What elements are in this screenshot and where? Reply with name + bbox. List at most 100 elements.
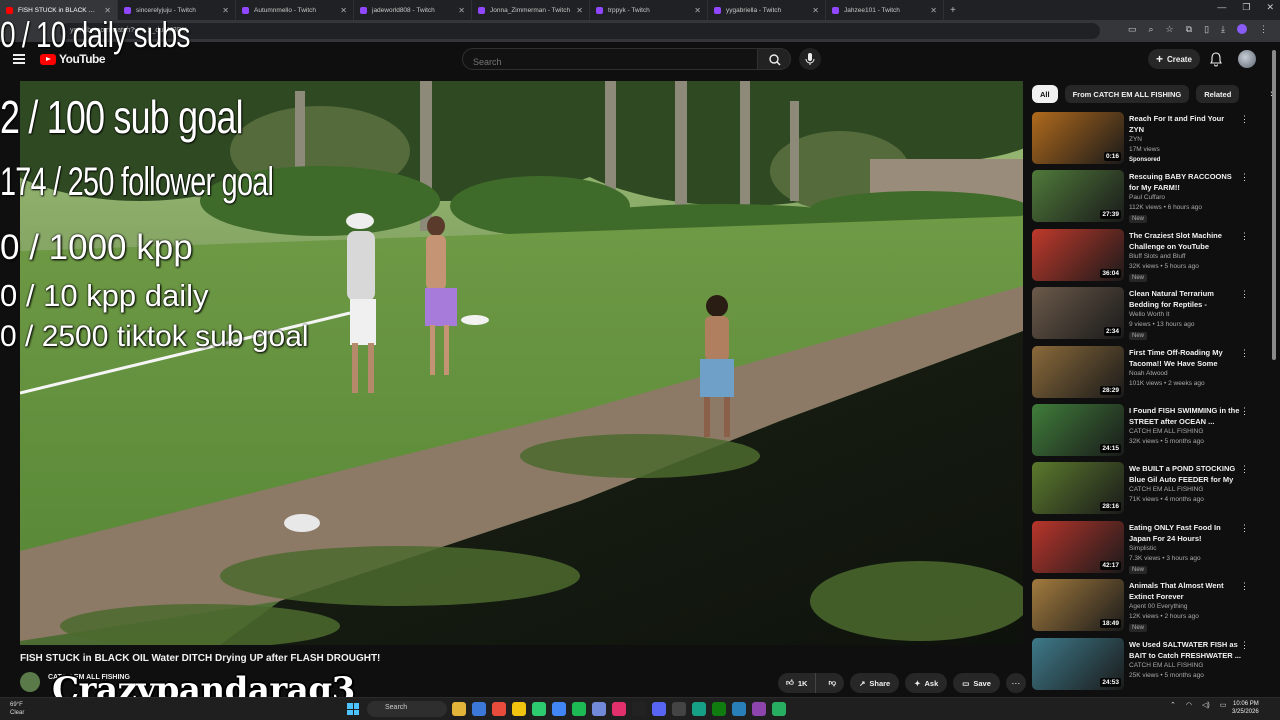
edge-icon[interactable] <box>472 702 486 716</box>
browser-tab[interactable]: Jonna_Zimmerman - Twitch ✕ <box>472 0 590 20</box>
video-thumbnail[interactable]: 0:16 <box>1032 112 1124 164</box>
recommendation-title[interactable]: Rescuing BABY RACCOONS for My FARM!! <box>1129 171 1241 193</box>
weather-widget[interactable]: 69°F Clear <box>10 701 24 717</box>
app-icon[interactable] <box>732 702 746 716</box>
recommendation-channel[interactable]: Agent 00 Everything <box>1129 603 1188 610</box>
video-thumbnail[interactable]: 42:17 <box>1032 520 1124 573</box>
file-explorer-icon[interactable] <box>452 702 466 716</box>
recommendation-item[interactable]: 27:39 Rescuing BABY RACCOONS for My FARM!… <box>1032 170 1256 228</box>
tab-close-icon[interactable]: ✕ <box>458 6 465 15</box>
xbox-icon[interactable] <box>712 702 726 716</box>
recommendation-channel[interactable]: Noah Atwood <box>1129 370 1168 377</box>
notifications-bell-icon[interactable] <box>1208 51 1224 67</box>
app-icon[interactable] <box>532 702 546 716</box>
recommendation-title[interactable]: We Used SALTWATER FISH as BAIT to Catch … <box>1129 639 1241 661</box>
create-button[interactable]: + Create <box>1148 49 1200 69</box>
recommendation-channel[interactable]: Bluff Slots and Bluff <box>1129 253 1186 260</box>
more-options-icon[interactable]: ⋮ <box>1240 523 1249 534</box>
video-thumbnail[interactable]: 28:29 <box>1032 345 1124 398</box>
app-icon[interactable] <box>592 702 606 716</box>
volume-icon[interactable]: ◁) <box>1202 701 1210 709</box>
browser-tab[interactable]: Jahzee101 - Twitch ✕ <box>826 0 944 20</box>
share-button[interactable]: ↗ Share <box>850 673 900 693</box>
maximize-icon[interactable]: ❐ <box>1242 2 1250 13</box>
more-options-icon[interactable]: ⋮ <box>1240 464 1249 475</box>
search-input[interactable] <box>462 48 758 70</box>
recommendation-item[interactable]: 42:17 Eating ONLY Fast Food In Japan For … <box>1032 520 1256 579</box>
discord-icon[interactable] <box>652 702 666 716</box>
bookmark-star-icon[interactable]: ☆ <box>1166 24 1174 35</box>
recommendation-item[interactable]: 36:04 The Craziest Slot Machine Challenge… <box>1032 228 1256 287</box>
video-thumbnail[interactable]: 27:39 <box>1032 170 1124 223</box>
recommendation-item[interactable]: 2:34 Clean Natural Terrarium Bedding for … <box>1032 287 1256 345</box>
browser-tab[interactable]: Autumnmello - Twitch ✕ <box>236 0 354 20</box>
app-icon[interactable] <box>612 702 626 716</box>
save-button[interactable]: ▭ Save <box>953 673 1000 693</box>
chip-related[interactable]: Related <box>1196 85 1240 103</box>
new-tab-button[interactable]: + <box>950 5 956 16</box>
more-options-icon[interactable]: ⋮ <box>1240 581 1249 592</box>
browser-tab[interactable]: jadeworld808 - Twitch ✕ <box>354 0 472 20</box>
tab-close-icon[interactable]: ✕ <box>930 6 937 15</box>
more-options-icon[interactable]: ⋮ <box>1240 231 1249 242</box>
recommendation-title[interactable]: Eating ONLY Fast Food In Japan For 24 Ho… <box>1129 522 1241 544</box>
recommendation-title[interactable]: Animals That Almost Went Extinct Forever <box>1129 580 1241 602</box>
app-icon[interactable] <box>752 702 766 716</box>
recommendation-channel[interactable]: Wello Worth It <box>1129 311 1170 318</box>
channel-avatar[interactable] <box>20 672 40 692</box>
recommendation-item[interactable]: 28:29 First Time Off-Roading My Tacoma!! … <box>1032 345 1256 404</box>
taskbar-clock[interactable]: 10:06 PM 3/25/2026 <box>1232 700 1259 716</box>
chip-all[interactable]: All <box>1032 85 1058 103</box>
app-icon[interactable] <box>692 702 706 716</box>
windows-start-icon[interactable] <box>347 703 359 715</box>
profile-avatar[interactable] <box>1237 24 1247 34</box>
like-button[interactable]: 👍︎ 1K <box>778 673 817 693</box>
chevron-up-icon[interactable]: ⌃ <box>1170 701 1176 709</box>
folder-icon[interactable] <box>512 702 526 716</box>
recommendation-item[interactable]: 18:49 Animals That Almost Went Extinct Fo… <box>1032 579 1256 637</box>
chip-from-channel[interactable]: From CATCH EM ALL FISHING <box>1064 85 1190 103</box>
wifi-icon[interactable]: ◠ <box>1186 701 1192 709</box>
recommendation-title[interactable]: We BUILT a POND STOCKING Blue Gil Auto F… <box>1129 463 1241 485</box>
recommendation-channel[interactable]: CATCH EM ALL FISHING <box>1129 428 1203 435</box>
tab-close-icon[interactable]: ✕ <box>222 6 229 15</box>
tab-close-icon[interactable]: ✕ <box>576 6 583 15</box>
recommendation-title[interactable]: Reach For It and Find Your ZYN <box>1129 113 1241 135</box>
browser-tab[interactable]: trppyk - Twitch ✕ <box>590 0 708 20</box>
more-actions-button[interactable]: ⋯ <box>1005 673 1026 693</box>
taskbar-search[interactable]: Search <box>367 701 447 717</box>
recommendation-title[interactable]: I Found FISH SWIMMING in the STREET afte… <box>1129 405 1241 427</box>
recommendation-title[interactable]: First Time Off-Roading My Tacoma!! We Ha… <box>1129 347 1241 369</box>
cast-icon[interactable]: ▭ <box>1128 24 1137 35</box>
address-bar[interactable]: youtube.com/watch?v=...2_du4M3DY <box>60 23 1100 39</box>
close-window-icon[interactable]: ✕ <box>1266 2 1274 13</box>
recommendation-title[interactable]: Clean Natural Terrarium Bedding for Rept… <box>1129 288 1241 310</box>
tab-close-icon[interactable]: ✕ <box>694 6 701 15</box>
sidebar-icon[interactable]: ▯ <box>1204 24 1209 35</box>
recommendation-channel[interactable]: Simplistic <box>1129 545 1156 552</box>
recommendation-channel[interactable]: CATCH EM ALL FISHING <box>1129 486 1203 493</box>
recommendation-channel[interactable]: Paul Cuffaro <box>1129 194 1165 201</box>
video-thumbnail[interactable]: 2:34 <box>1032 287 1124 340</box>
ask-button[interactable]: ✦ Ask <box>905 673 948 693</box>
recommendation-item[interactable]: 24:53 We Used SALTWATER FISH as BAIT to C… <box>1032 637 1256 696</box>
video-thumbnail[interactable]: 24:15 <box>1032 403 1124 456</box>
app-icon[interactable] <box>492 702 506 716</box>
zoom-icon[interactable]: ⌕ <box>1149 24 1154 35</box>
recommendation-channel[interactable]: CATCH EM ALL FISHING <box>1129 662 1203 669</box>
tab-close-icon[interactable]: ✕ <box>340 6 347 15</box>
video-thumbnail[interactable]: 18:49 <box>1032 579 1124 632</box>
spotify-icon[interactable] <box>572 702 586 716</box>
app-icon[interactable] <box>672 702 686 716</box>
extensions-icon[interactable]: ⧉ <box>1186 24 1192 35</box>
browser-tab[interactable]: yygabriella - Twitch ✕ <box>708 0 826 20</box>
dislike-button[interactable]: 👎︎ <box>820 678 844 688</box>
download-icon[interactable]: ⤓ <box>1221 24 1225 35</box>
video-thumbnail[interactable]: 36:04 <box>1032 228 1124 281</box>
more-options-icon[interactable]: ⋮ <box>1240 640 1249 651</box>
more-options-icon[interactable]: ⋮ <box>1240 406 1249 417</box>
recommendation-title[interactable]: The Craziest Slot Machine Challenge on Y… <box>1129 230 1241 252</box>
recommendation-item[interactable]: 28:16 We BUILT a POND STOCKING Blue Gil A… <box>1032 462 1256 520</box>
more-options-icon[interactable]: ⋮ <box>1240 289 1249 300</box>
page-scrollbar[interactable] <box>1272 50 1276 360</box>
